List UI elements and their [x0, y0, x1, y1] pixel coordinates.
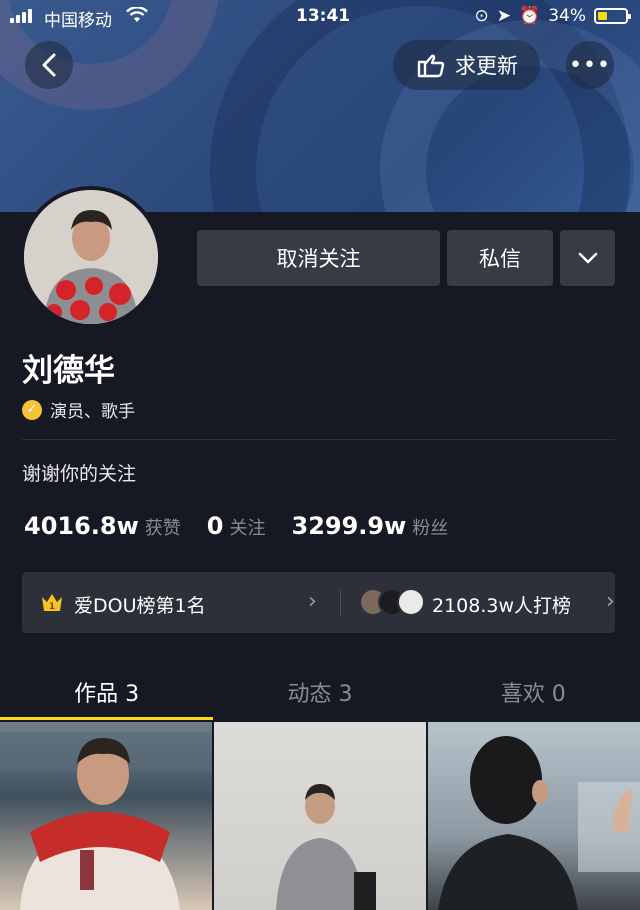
following-label[interactable]: 关注 [230, 514, 266, 540]
chevron-down-icon [578, 252, 597, 264]
video-thumbnail[interactable] [428, 722, 640, 910]
more-dots-icon: ••• [569, 52, 611, 78]
clock: 13:41 [296, 6, 351, 26]
tab-label: 动态 3 [287, 682, 353, 707]
wifi-icon [126, 6, 148, 28]
avatar-photo [24, 190, 158, 324]
rotation-lock-icon: ⊙ [474, 6, 489, 26]
video-grid [0, 722, 640, 910]
tab-likes[interactable]: 喜欢 0 [427, 660, 640, 720]
request-update-button[interactable]: 求更新 [393, 40, 540, 90]
signal-icon [10, 9, 32, 23]
rank-label[interactable]: 爱DOU榜第1名 [74, 591, 206, 618]
crown-icon: 1 [42, 594, 62, 612]
support-count-label[interactable]: 2108.3w人打榜 [432, 591, 571, 618]
request-update-label: 求更新 [455, 54, 518, 78]
verified-icon: ✓ [22, 399, 42, 420]
crown-number: 1 [49, 602, 55, 612]
following-count[interactable]: 0 [207, 512, 224, 540]
verification-row: ✓ 演员、歌手 [22, 397, 135, 422]
chevron-left-icon [42, 53, 56, 77]
stats-row: 4016.8w 获赞 0 关注 3299.9w 粉丝 [24, 512, 474, 540]
message-button[interactable]: 私信 [447, 230, 553, 286]
verified-label: 演员、歌手 [50, 402, 135, 422]
tab-label: 作品 3 [74, 682, 140, 707]
chevron-right-icon[interactable]: › [606, 589, 615, 614]
video-thumbnail[interactable] [0, 722, 212, 910]
supporter-avatars[interactable] [359, 588, 425, 616]
likes-count[interactable]: 4016.8w [24, 512, 139, 540]
supporter-avatar [397, 588, 425, 616]
battery-icon [594, 8, 631, 24]
battery-percent: 34% [548, 6, 586, 26]
rank-separator [340, 590, 341, 616]
back-button[interactable] [25, 41, 73, 89]
chevron-right-icon[interactable]: › [308, 589, 317, 614]
more-options-button[interactable]: ••• [566, 41, 614, 89]
profile-name: 刘德华 [22, 353, 115, 389]
video-thumbnail[interactable] [214, 722, 426, 910]
tab-label: 喜欢 0 [500, 682, 566, 707]
profile-bio: 谢谢你的关注 [22, 463, 137, 485]
status-bar: 中国移动 13:41 ⊙ ➤ ⏰ 34% [0, 0, 640, 32]
alarm-icon: ⏰ [519, 6, 541, 26]
pointing-hand-icon [417, 54, 445, 78]
tab-activity[interactable]: 动态 3 [213, 660, 426, 720]
message-label: 私信 [479, 247, 521, 271]
unfollow-label: 取消关注 [276, 247, 361, 271]
likes-label[interactable]: 获赞 [145, 514, 181, 540]
ranking-bar: 1 爱DOU榜第1名 › 2108.3w人打榜 › [22, 572, 615, 633]
carrier-name: 中国移动 [44, 11, 112, 31]
followers-label[interactable]: 粉丝 [412, 514, 448, 540]
tab-works[interactable]: 作品 3 [0, 660, 214, 720]
divider [22, 439, 615, 440]
followers-count[interactable]: 3299.9w [292, 512, 407, 540]
unfollow-button[interactable]: 取消关注 [197, 230, 440, 286]
avatar[interactable] [20, 186, 162, 328]
dropdown-button[interactable] [560, 230, 615, 286]
content-tabs: 作品 3 动态 3 喜欢 0 [0, 660, 640, 720]
location-icon: ➤ [496, 6, 512, 26]
